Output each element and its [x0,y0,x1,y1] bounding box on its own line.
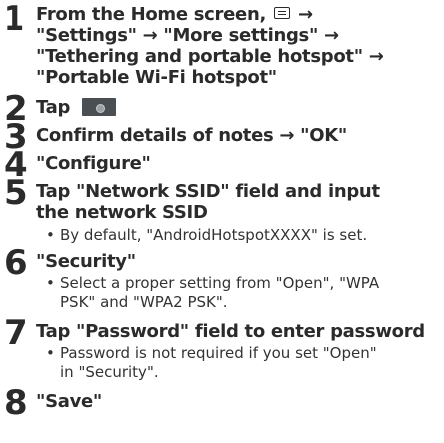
step-number: 1 [4,0,24,39]
hotspot-toggle-icon [82,98,117,116]
step-title: Confirm details of notes → "OK" [36,125,347,146]
step-text: Tap "Network SSID" field and input [36,181,380,202]
step-title: "Security" [36,251,136,272]
note-text: Select a proper setting from "Open", "WP… [60,274,380,292]
step-number: 5 [4,173,28,213]
step-text: "Settings" → "More settings" → [36,25,339,46]
step-text: From the Home screen, [36,4,266,25]
note-text: PSK" and "WPA2 PSK". [60,293,228,311]
step-title: "Configure" [36,153,151,174]
step-text: "Portable Wi-Fi hotspot" [36,67,277,88]
step-title: Tap "Network SSID" field and input the n… [36,181,438,223]
step-number: 7 [4,313,28,353]
step-text: "Tethering and portable hotspot" → [36,46,384,67]
step-number: 8 [4,383,28,423]
step-title: Tap [36,97,438,118]
step-note: • Password is not required if you set "O… [46,344,438,382]
note-text: Password is not required if you set "Ope… [60,344,377,362]
step-number: 6 [4,243,28,283]
step-text: Tap [36,97,71,118]
toggle-dot [96,104,106,113]
menu-key-icon [273,7,290,19]
step-text: → [297,4,313,25]
step-title: From the Home screen, → "Settings" → "Mo… [36,4,438,88]
bullet: • [46,226,55,244]
note-text: in "Security". [60,363,159,381]
step-note: • By default, "AndroidHotspotXXXX" is se… [46,226,438,245]
note-text: By default, "AndroidHotspotXXXX" is set. [60,226,368,244]
instruction-steps: 1 From the Home screen, → "Settings" → "… [0,0,444,443]
step-title: "Save" [36,391,103,412]
bullet: • [46,344,55,362]
step-title: Tap "Password" field to enter password [36,321,425,342]
bullet: • [46,274,55,292]
step-note: • Select a proper setting from "Open", "… [46,274,438,312]
step-text: the network SSID [36,202,208,223]
